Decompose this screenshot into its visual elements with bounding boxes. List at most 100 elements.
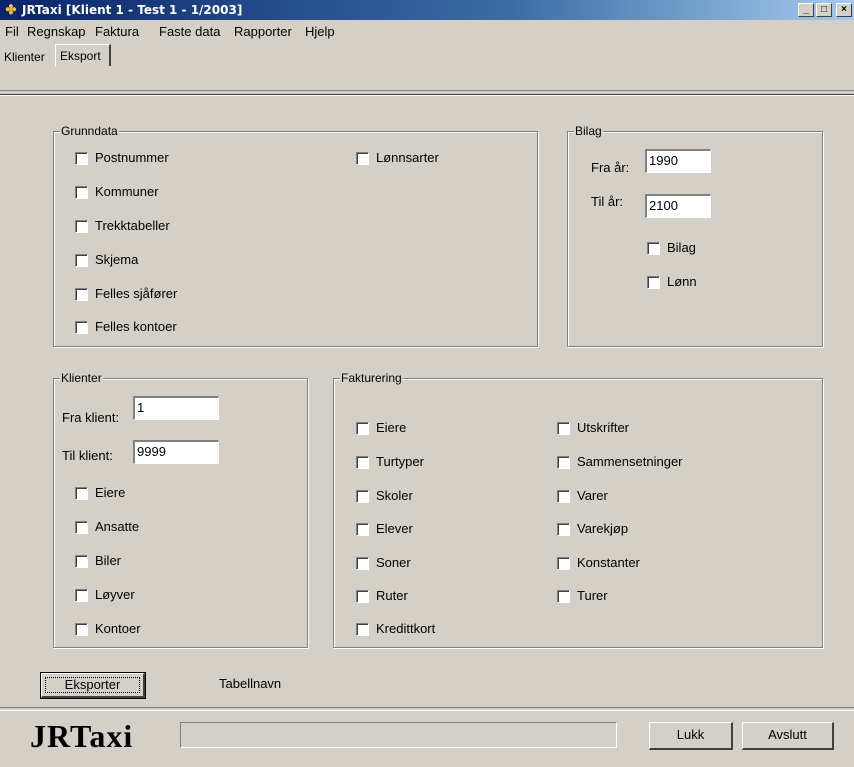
checkbox-box[interactable] — [557, 523, 570, 537]
checkbox-label: Lønnsarter — [376, 150, 439, 165]
checkbox-box[interactable] — [75, 521, 88, 535]
checkbox-turer[interactable]: Turer — [557, 588, 608, 604]
checkbox-box[interactable] — [647, 276, 660, 290]
bilag-title: Bilag — [574, 124, 603, 138]
checkbox-ruter[interactable]: Ruter — [356, 588, 408, 604]
checkbox-box[interactable] — [75, 487, 88, 501]
checkbox-box[interactable] — [75, 254, 88, 268]
menu-faste-data[interactable]: Faste data — [159, 24, 220, 39]
checkbox-box[interactable] — [557, 590, 570, 604]
lukk-button[interactable]: Lukk — [649, 722, 733, 750]
til-ar-input[interactable]: 2100 — [645, 194, 711, 218]
checkbox-kommuner[interactable]: Kommuner — [75, 184, 159, 200]
close-button[interactable]: × — [836, 3, 852, 17]
checkbox-soner[interactable]: Soner — [356, 555, 411, 571]
menu-regnskap[interactable]: Regnskap — [27, 24, 86, 39]
checkbox-box[interactable] — [75, 288, 88, 302]
checkbox-ansatte[interactable]: Ansatte — [75, 519, 139, 535]
checkbox-box[interactable] — [557, 456, 570, 470]
klienter-title: Klienter — [60, 371, 103, 385]
taxi-app-icon[interactable]: ✤ — [3, 2, 19, 18]
tab-pane-highlight — [0, 95, 854, 96]
checkbox-label: Turtyper — [376, 454, 424, 469]
checkbox-bilag[interactable]: Bilag — [647, 240, 696, 256]
checkbox-box[interactable] — [557, 557, 570, 571]
checkbox-box[interactable] — [356, 623, 369, 637]
checkbox-fakt-eiere[interactable]: Eiere — [356, 420, 406, 436]
jrtaxi-logo: JRTaxi — [30, 718, 134, 754]
checkbox-skoler[interactable]: Skoler — [356, 488, 413, 504]
menu-rapporter[interactable]: Rapporter — [234, 24, 292, 39]
checkbox-postnummer[interactable]: Postnummer — [75, 150, 169, 166]
checkbox-box[interactable] — [356, 152, 369, 166]
checkbox-label: Biler — [95, 553, 122, 568]
tab-eksport[interactable]: Eksport — [55, 44, 111, 66]
checkbox-label: Elever — [376, 521, 413, 536]
window-title: JRTaxi [Klient 1 - Test 1 - 1/2003] — [22, 3, 243, 17]
checkbox-box[interactable] — [75, 186, 88, 200]
checkbox-box[interactable] — [75, 589, 88, 603]
fra-klient-input[interactable]: 1 — [133, 396, 219, 420]
checkbox-felles-kontoer[interactable]: Felles kontoer — [75, 319, 177, 335]
fra-klient-label: Fra klient: — [62, 410, 120, 425]
eksporter-button[interactable]: Eksporter — [40, 672, 146, 699]
checkbox-box[interactable] — [75, 623, 88, 637]
checkbox-sammensetninger[interactable]: Sammensetninger — [557, 454, 683, 470]
checkbox-lonnsarter[interactable]: Lønnsarter — [356, 150, 439, 166]
checkbox-label: Varekjøp — [577, 521, 629, 536]
checkbox-turtyper[interactable]: Turtyper — [356, 454, 424, 470]
checkbox-box[interactable] — [557, 422, 570, 436]
fra-ar-input[interactable]: 1990 — [645, 149, 711, 173]
menu-hjelp[interactable]: Hjelp — [305, 24, 335, 39]
maximize-button[interactable]: □ — [816, 3, 832, 17]
fakturering-title: Fakturering — [340, 371, 403, 385]
checkbox-label: Kredittkort — [376, 621, 436, 636]
checkbox-box[interactable] — [75, 220, 88, 234]
checkbox-felles-sjaforer[interactable]: Felles sjåfører — [75, 286, 177, 302]
til-klient-input[interactable]: 9999 — [133, 440, 219, 464]
checkbox-box[interactable] — [356, 523, 369, 537]
checkbox-box[interactable] — [647, 242, 660, 256]
checkbox-box[interactable] — [356, 456, 369, 470]
checkbox-label: Felles sjåfører — [95, 286, 178, 301]
checkbox-utskrifter[interactable]: Utskrifter — [557, 420, 629, 436]
checkbox-konstanter[interactable]: Konstanter — [557, 555, 640, 571]
checkbox-box[interactable] — [356, 422, 369, 436]
grunndata-title: Grunndata — [60, 124, 119, 138]
checkbox-label: Varer — [577, 488, 608, 503]
checkbox-trekktabeller[interactable]: Trekktabeller — [75, 218, 170, 234]
tab-klienter[interactable]: Klienter — [0, 46, 49, 68]
checkbox-label: Felles kontoer — [95, 319, 177, 334]
checkbox-box[interactable] — [75, 321, 88, 335]
checkbox-kredittkort[interactable]: Kredittkort — [356, 621, 435, 637]
checkbox-box[interactable] — [356, 557, 369, 571]
checkbox-box[interactable] — [356, 590, 369, 604]
checkbox-box[interactable] — [75, 152, 88, 166]
checkbox-elever[interactable]: Elever — [356, 521, 413, 537]
status-field — [180, 722, 617, 748]
checkbox-skjema[interactable]: Skjema — [75, 252, 138, 268]
footer-separator — [0, 707, 854, 711]
checkbox-varekjop[interactable]: Varekjøp — [557, 521, 628, 537]
checkbox-label: Lønn — [667, 274, 697, 289]
checkbox-box[interactable] — [557, 490, 570, 504]
checkbox-label: Ansatte — [95, 519, 140, 534]
checkbox-lonn[interactable]: Lønn — [647, 274, 697, 290]
checkbox-klient-eiere[interactable]: Eiere — [75, 485, 125, 501]
checkbox-varer[interactable]: Varer — [557, 488, 608, 504]
avslutt-button[interactable]: Avslutt — [742, 722, 834, 750]
minimize-button[interactable]: _ — [798, 3, 814, 17]
menu-fil[interactable]: Fil — [5, 24, 19, 39]
checkbox-box[interactable] — [356, 490, 369, 504]
checkbox-kontoer[interactable]: Kontoer — [75, 621, 141, 637]
focus-rect — [45, 677, 140, 693]
checkbox-box[interactable] — [75, 555, 88, 569]
checkbox-loyver[interactable]: Løyver — [75, 587, 135, 603]
checkbox-label: Løyver — [95, 587, 135, 602]
title-bar[interactable]: ✤ JRTaxi [Klient 1 - Test 1 - 1/2003] _ … — [0, 0, 854, 20]
checkbox-biler[interactable]: Biler — [75, 553, 121, 569]
menu-faktura[interactable]: Faktura — [95, 24, 139, 39]
checkbox-label: Skoler — [376, 488, 413, 503]
checkbox-label: Trekktabeller — [95, 218, 170, 233]
tabellnavn-label: Tabellnavn — [219, 676, 282, 691]
